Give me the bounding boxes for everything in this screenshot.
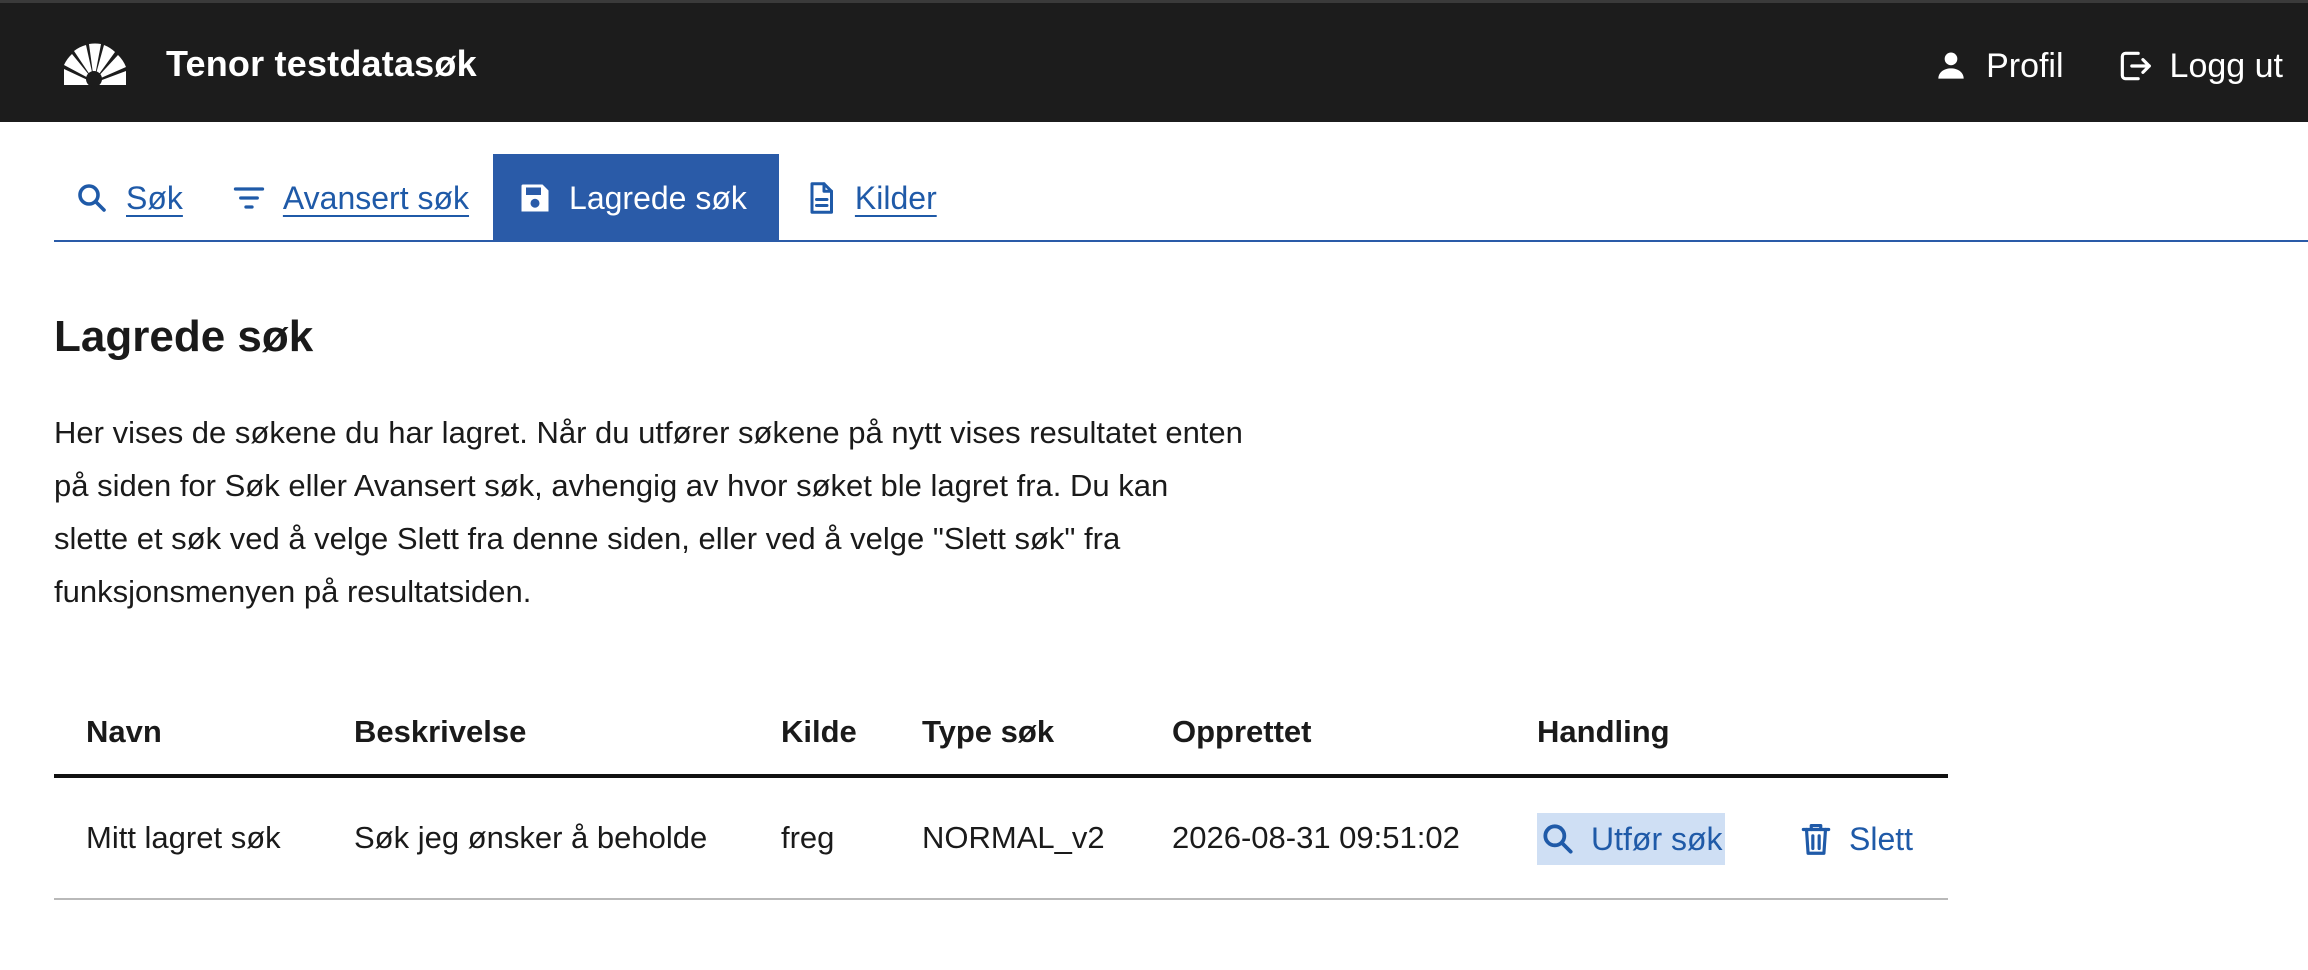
tab-label: Kilder <box>854 179 937 216</box>
search-icon <box>78 184 106 212</box>
top-nav: Profil Logg ut <box>1932 41 2283 91</box>
tab-label: Søk <box>126 179 183 216</box>
cell-opprettet: 2026-08-31 09:51:02 <box>1172 820 1460 855</box>
cell-kilde: freg <box>781 820 835 855</box>
saved-searches-table: Navn Beskrivelse Kilde Type søk Opprette… <box>54 690 1948 900</box>
delete-search-label: Slett <box>1849 820 1914 857</box>
column-header-handling: Handling <box>1537 714 1670 749</box>
tab-label: Lagrede søk <box>569 179 747 216</box>
intro-text: Her vises de søkene du har lagret. Når d… <box>54 415 1243 609</box>
run-search-button[interactable]: Utfør søk <box>1537 813 1725 865</box>
tab-sok[interactable]: Søk <box>54 154 207 242</box>
tenor-logo-icon <box>64 43 126 87</box>
save-icon <box>521 184 549 212</box>
delete-search-button[interactable]: Slett <box>1795 813 1915 865</box>
search-icon <box>1543 824 1573 854</box>
logout-label: Logg ut <box>2169 46 2283 85</box>
filter-icon <box>233 187 265 209</box>
logout-link[interactable]: Logg ut <box>2116 47 2283 86</box>
profile-label: Profil <box>1986 46 2064 85</box>
column-header-beskrivelse: Beskrivelse <box>354 714 527 749</box>
table-header-row: Navn Beskrivelse Kilde Type søk Opprette… <box>54 690 1948 778</box>
app-title: Tenor testdatasøk <box>166 43 477 84</box>
document-icon <box>810 182 833 214</box>
tab-kilder[interactable]: Kilder <box>779 154 961 242</box>
cell-type-sok: NORMAL_v2 <box>922 820 1105 855</box>
person-icon <box>1938 52 1964 79</box>
tab-avansert-sok[interactable]: Avansert søk <box>207 154 493 242</box>
logout-icon <box>2120 51 2151 81</box>
main-tabs: Søk Avansert søk Lagrede søk Kilder <box>54 154 2308 242</box>
tab-lagrede-sok[interactable]: Lagrede søk <box>493 154 779 242</box>
cell-beskrivelse: Søk jeg ønsker å beholde <box>354 820 708 855</box>
tab-label: Avansert søk <box>282 179 470 216</box>
page-title: Lagrede søk <box>54 312 314 361</box>
column-header-navn: Navn <box>86 714 162 749</box>
trash-icon <box>1801 823 1831 855</box>
table-row: Mitt lagret søk Søk jeg ønsker å beholde… <box>54 778 1948 900</box>
cell-navn: Mitt lagret søk <box>86 820 281 855</box>
top-bar: Tenor testdatasøk Profil Logg ut <box>0 0 2308 122</box>
column-header-opprettet: Opprettet <box>1172 714 1312 749</box>
brand[interactable]: Tenor testdatasøk <box>58 39 477 89</box>
column-header-type-sok: Type søk <box>922 714 1055 749</box>
column-header-kilde: Kilde <box>781 714 857 749</box>
profile-link[interactable]: Profil <box>1932 46 2064 86</box>
run-search-label: Utfør søk <box>1591 820 1723 857</box>
